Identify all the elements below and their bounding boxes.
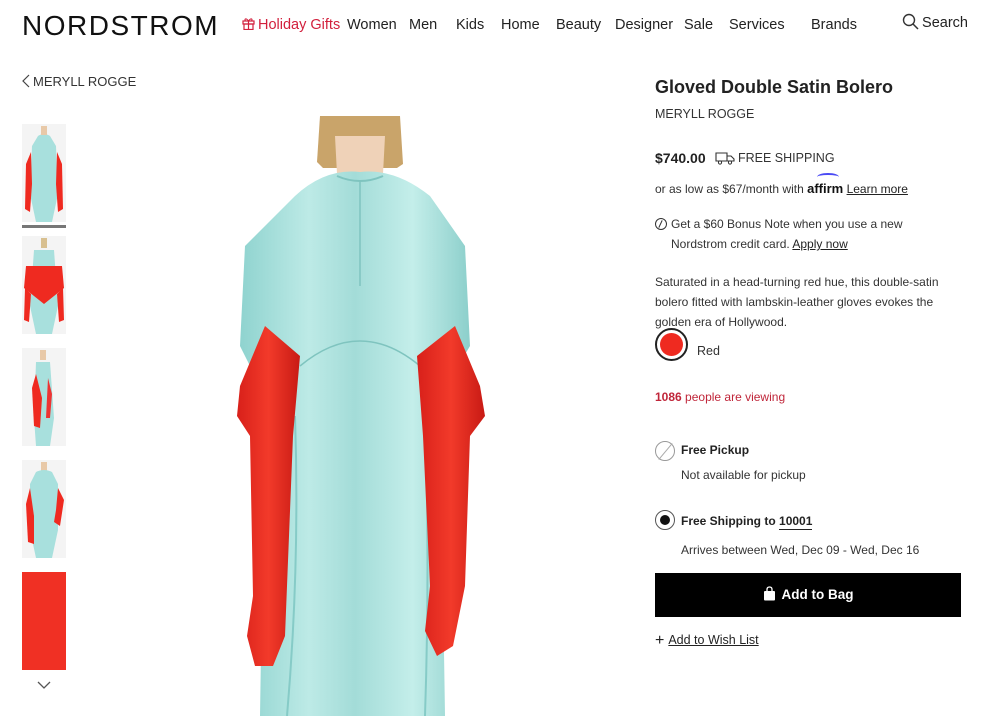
nav-home[interactable]: Home — [501, 17, 540, 33]
nav-holiday-gifts-label: Holiday Gifts — [258, 17, 341, 33]
bonus-note-promo: Get a $60 Bonus Note when you use a new — [655, 217, 903, 231]
nav-beauty[interactable]: Beauty — [556, 17, 601, 33]
gift-icon — [242, 18, 255, 30]
affirm-arc-icon — [817, 173, 840, 181]
add-to-bag-button[interactable]: Add to Bag — [655, 573, 961, 617]
thumbnail-image-pose — [22, 460, 66, 558]
search-label: Search — [922, 15, 968, 31]
color-swatch-red[interactable] — [655, 328, 688, 361]
selected-color-name: Red — [697, 344, 720, 358]
bonus-note-line2: Nordstrom credit card. Apply now — [671, 237, 848, 251]
nav-services[interactable]: Services — [729, 17, 785, 33]
breadcrumb[interactable]: MERYLL ROGGE — [22, 74, 136, 89]
product-price: $740.00 — [655, 150, 706, 166]
nav-men[interactable]: Men — [409, 17, 437, 33]
pickup-subtitle: Not available for pickup — [681, 468, 806, 482]
nav-kids[interactable]: Kids — [456, 17, 484, 33]
bonus-line1-text: Get a $60 Bonus Note when you use a new — [671, 217, 903, 231]
nav-sale[interactable]: Sale — [684, 17, 713, 33]
thumbnail-2[interactable] — [22, 236, 66, 334]
shipping-title: Free Shipping to 10001 — [681, 514, 813, 530]
chevron-left-icon — [22, 74, 30, 88]
search-icon — [902, 13, 919, 30]
nav-brands[interactable]: Brands — [811, 17, 857, 33]
affirm-text: or as low as $67/month with — [655, 182, 804, 196]
affirm-financing: or as low as $67/month with affirm Learn… — [655, 173, 908, 196]
shipping-radio[interactable] — [655, 510, 675, 530]
shipping-arrival: Arrives between Wed, Dec 09 - Wed, Dec 1… — [681, 543, 920, 557]
thumbnail-selected-indicator — [22, 225, 66, 228]
nordstrom-card-icon — [655, 218, 667, 230]
nav-women[interactable]: Women — [347, 17, 397, 33]
thumbnail-1[interactable] — [22, 124, 66, 222]
breadcrumb-label: MERYLL ROGGE — [33, 74, 137, 89]
add-to-bag-label: Add to Bag — [781, 587, 854, 602]
nav-designer[interactable]: Designer — [615, 17, 673, 33]
thumbnail-image-front — [22, 124, 66, 222]
site-header: NORDSTROM Holiday Gifts Women Men Kids H… — [0, 0, 982, 52]
search-button[interactable]: Search — [902, 13, 968, 31]
pickup-title: Free Pickup — [681, 443, 750, 457]
plus-icon: + — [655, 632, 665, 649]
viewing-count: 1086 people are viewing — [655, 390, 785, 404]
swatch-fill — [660, 333, 683, 356]
nav-holiday-gifts[interactable]: Holiday Gifts — [242, 17, 340, 33]
thumbnail-4[interactable] — [22, 460, 66, 558]
add-to-wishlist-button[interactable]: + Add to Wish List — [655, 632, 759, 650]
chevron-down-icon[interactable] — [37, 680, 51, 690]
viewing-text: people are viewing — [685, 390, 786, 404]
thumbnail-image-side — [22, 348, 66, 446]
affirm-logo-text: affirm — [807, 181, 844, 196]
truck-icon — [715, 152, 735, 165]
thumbnail-image-back — [22, 236, 66, 334]
thumbnail-image-fabric — [22, 572, 66, 670]
product-title: Gloved Double Satin Bolero — [655, 77, 894, 97]
free-shipping-label: FREE SHIPPING — [738, 151, 835, 165]
wishlist-label: Add to Wish List — [668, 633, 759, 647]
radio-selected-dot — [660, 515, 670, 525]
free-shipping-badge: FREE SHIPPING — [715, 151, 835, 165]
apply-now-link[interactable]: Apply now — [792, 237, 847, 251]
main-product-image[interactable] — [225, 116, 505, 716]
viewing-number: 1086 — [655, 390, 682, 404]
thumbnail-3[interactable] — [22, 348, 66, 446]
shipping-title-text: Free Shipping to — [681, 514, 776, 528]
zip-code-link[interactable]: 10001 — [779, 514, 813, 530]
bonus-line2-text: Nordstrom credit card. — [671, 237, 790, 251]
pickup-radio[interactable] — [655, 441, 675, 461]
learn-more-link[interactable]: Learn more — [847, 182, 908, 196]
thumbnail-5[interactable] — [22, 572, 66, 670]
shopping-bag-icon — [763, 586, 775, 601]
nordstrom-logo[interactable]: NORDSTROM — [22, 10, 219, 42]
product-brand-link[interactable]: MERYLL ROGGE — [655, 107, 754, 121]
affirm-logo: affirm — [807, 173, 844, 196]
product-description: Saturated in a head-turning red hue, thi… — [655, 275, 939, 329]
